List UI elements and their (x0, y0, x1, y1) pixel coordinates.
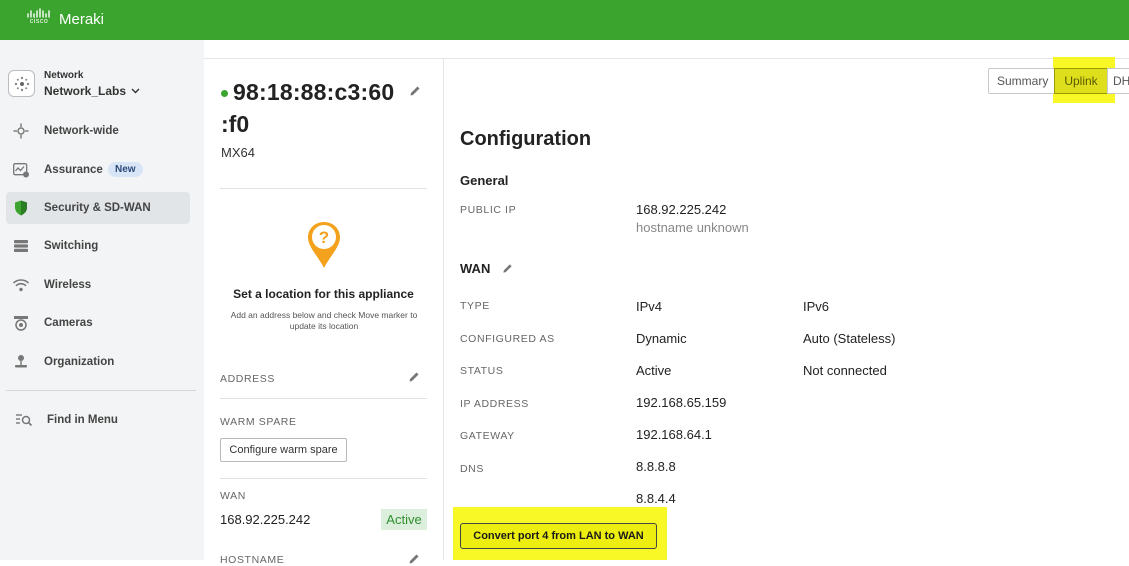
edit-hostname-icon[interactable] (408, 553, 420, 565)
sidebar-item-label: Cameras (44, 317, 93, 329)
network-name-text: Network_Labs (44, 84, 127, 98)
hostname-note: hostname unknown (636, 220, 749, 235)
network-name: Network_Labs (44, 84, 140, 98)
row-value-ipv4: 8.8.8.8 (636, 459, 676, 474)
brand-logo[interactable]: cisco Meraki (24, 8, 104, 30)
public-ip-value: 168.92.225.242 (636, 202, 727, 217)
network-wide-icon (12, 123, 30, 139)
chevron-down-icon (131, 88, 140, 94)
wan-section-title: WAN (460, 261, 491, 276)
wan-label: WAN (220, 490, 246, 502)
warm-spare-label: WARM SPARE (220, 416, 297, 428)
sidebar-item-label: Network-wide (44, 125, 119, 137)
sidebar-divider (6, 390, 196, 391)
tab-bar: Summary Uplink DHCP (988, 68, 1129, 94)
divider (220, 188, 427, 189)
camera-icon (12, 315, 30, 331)
row-value-ipv4: 192.168.64.1 (636, 427, 712, 442)
row-value-ipv4: 192.168.65.159 (636, 395, 727, 410)
sidebar-item-label: Security & SD-WAN (44, 202, 151, 214)
svg-text:?: ? (319, 228, 329, 247)
switch-icon (12, 238, 30, 254)
sidebar-item-assurance[interactable]: Assurance New (6, 154, 190, 186)
search-menu-icon (15, 412, 33, 428)
general-section-title: General (460, 173, 509, 188)
sidebar-item-label: Switching (44, 240, 99, 252)
convert-port-button[interactable]: Convert port 4 from LAN to WAN (460, 523, 657, 549)
configure-warm-spare-button[interactable]: Configure warm spare (220, 438, 347, 462)
wifi-icon (12, 277, 30, 293)
top-bar: cisco Meraki (0, 0, 1129, 40)
tab-uplink[interactable]: Uplink (1054, 68, 1108, 94)
network-icon (8, 70, 35, 97)
sidebar-item-organization[interactable]: Organization (6, 346, 190, 378)
row-value-ipv6: Auto (Stateless) (803, 331, 896, 346)
row-label: STATUS (460, 365, 504, 377)
new-badge: New (108, 162, 143, 177)
row-value-ipv4: 8.8.4.4 (636, 491, 676, 506)
content-top-divider (204, 58, 1129, 59)
sidebar-item-security-sdwan[interactable]: Security & SD-WAN (6, 192, 190, 224)
cisco-wordmark: cisco (29, 18, 49, 25)
network-selector[interactable]: Network Network_Labs (8, 68, 198, 102)
row-label: CONFIGURED AS (460, 333, 555, 345)
row-label: IP ADDRESS (460, 398, 529, 410)
wan-status-badge: Active (381, 509, 427, 530)
edit-address-icon[interactable] (408, 371, 420, 383)
network-label: Network (44, 70, 84, 81)
address-label: ADDRESS (220, 373, 275, 385)
row-value-ipv4: IPv4 (636, 299, 663, 314)
device-status-dot (221, 90, 228, 97)
sidebar-item-network-wide[interactable]: Network-wide (6, 115, 190, 147)
brand-name: Meraki (59, 10, 105, 28)
tab-dhcp[interactable]: DHCP (1107, 68, 1129, 94)
sidebar-item-cameras[interactable]: Cameras (6, 307, 190, 339)
wan-ip-value: 168.92.225.242 (220, 512, 311, 527)
sidebar-item-label: Organization (44, 356, 115, 368)
edit-device-name-icon[interactable] (409, 85, 421, 97)
assurance-icon (12, 162, 30, 178)
location-title: Set a location for this appliance (233, 287, 414, 301)
row-label: DNS (460, 463, 484, 475)
column-divider (443, 58, 444, 560)
row-label: TYPE (460, 300, 490, 312)
organization-icon (12, 354, 30, 370)
shield-icon (12, 200, 30, 216)
device-model: MX64 (221, 145, 255, 160)
sidebar-item-label: Assurance (44, 164, 103, 176)
public-ip-label: PUBLIC IP (460, 204, 517, 216)
location-pin-icon: ? (308, 222, 340, 268)
cisco-logo-icon: cisco (24, 8, 54, 30)
row-value-ipv4: Dynamic (636, 331, 687, 346)
sidebar-item-wireless[interactable]: Wireless (6, 269, 190, 301)
location-subtitle: Add an address below and check Move mark… (230, 310, 418, 331)
row-value-ipv6: Not connected (803, 363, 887, 378)
find-in-menu-button[interactable]: Find in Menu (6, 406, 190, 434)
tab-summary[interactable]: Summary (988, 68, 1055, 94)
find-in-menu-label: Find in Menu (47, 414, 118, 426)
sidebar-item-label: Wireless (44, 279, 92, 291)
row-value-ipv6: IPv6 (803, 299, 830, 314)
row-label: GATEWAY (460, 430, 515, 442)
device-name: 98:18:88:c3:60 (233, 79, 395, 105)
configuration-title: Configuration (460, 128, 592, 150)
sidebar-item-switching[interactable]: Switching (6, 230, 190, 262)
row-value-ipv4: Active (636, 363, 672, 378)
edit-wan-icon[interactable] (502, 263, 513, 274)
sidebar: Network Network_Labs Network-wide Assura… (0, 40, 204, 560)
hostname-label: HOSTNAME (220, 554, 285, 566)
divider (220, 398, 427, 399)
device-name-continued: :f0 (221, 111, 250, 137)
divider (220, 478, 427, 479)
